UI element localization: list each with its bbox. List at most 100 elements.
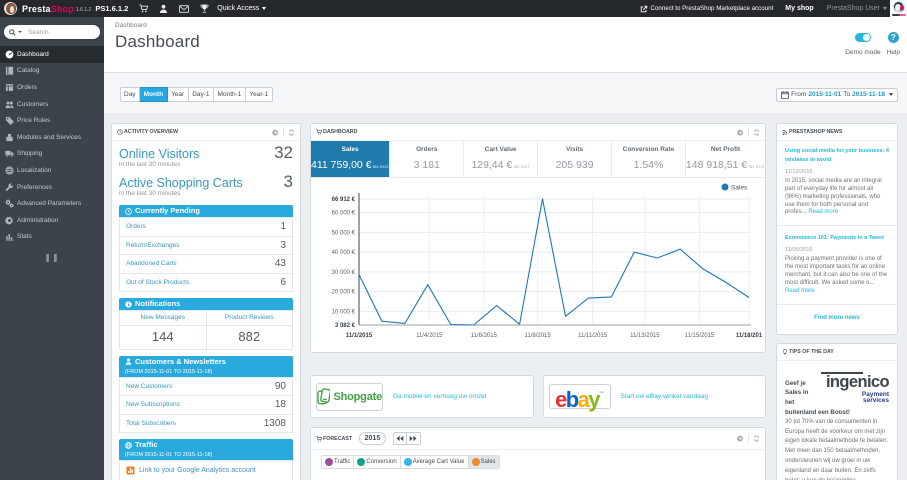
legend-label: Conversion bbox=[366, 458, 397, 465]
panel-header-icons bbox=[737, 433, 760, 444]
sidebar-item-modules-and-services[interactable]: Modules and Services bbox=[0, 129, 104, 146]
y-axis-tick-label: 10 000 € bbox=[332, 309, 356, 315]
globe-icon bbox=[125, 441, 132, 449]
read-more-link[interactable]: Read more bbox=[785, 288, 815, 294]
kpi-label: Net Profit bbox=[710, 146, 741, 153]
legend-item-traffic[interactable]: Traffic bbox=[321, 455, 355, 469]
customers-row-link[interactable]: New Subscriptions bbox=[119, 395, 234, 414]
cart-icon[interactable] bbox=[139, 4, 149, 13]
chevron-down-icon bbox=[262, 7, 267, 10]
product-reviews-link[interactable]: Product Reviews bbox=[205, 310, 293, 326]
top-bar: PrestaShop 1.6.1.2 PS1.6.1.2 Quick Acces… bbox=[0, 0, 907, 17]
online-visitors-link[interactable]: Online Visitors bbox=[119, 146, 199, 162]
pending-row-link[interactable]: Abandoned Carts bbox=[119, 254, 252, 273]
sidebar-item-catalog[interactable]: Catalog bbox=[0, 63, 104, 80]
shopgate-promo-link[interactable]: Ga mobiel en verhoog uw omzet bbox=[393, 393, 487, 400]
backward-icon bbox=[396, 435, 404, 442]
online-visitors-value: 32 bbox=[274, 143, 293, 162]
sidebar-search[interactable] bbox=[4, 25, 100, 39]
kpi-tab-visits[interactable]: Visits 205 939 bbox=[538, 141, 613, 177]
range-button-day-1[interactable]: Day-1 bbox=[188, 87, 215, 102]
sales-line-chart: 3 082 € 10 000 € 20 000 € 30 000 € 40 000 € 5… bbox=[332, 183, 763, 339]
pending-row-link[interactable]: Return/Exchanges bbox=[119, 235, 252, 255]
find-more-news-link[interactable]: Find more news bbox=[785, 315, 889, 321]
quick-access-menu[interactable]: Quick Access bbox=[217, 5, 267, 12]
breadcrumb[interactable]: Dashboard bbox=[115, 22, 907, 29]
marketplace-link[interactable]: Connect to PrestaShop Marketplace accoun… bbox=[640, 5, 773, 13]
range-button-month-1[interactable]: Month-1 bbox=[214, 87, 246, 102]
search-input[interactable] bbox=[28, 28, 86, 36]
range-button-year-1[interactable]: Year-1 bbox=[245, 87, 273, 102]
refresh-icon[interactable] bbox=[288, 128, 295, 136]
gear-icon[interactable] bbox=[737, 435, 744, 442]
ebay-logo-text: ebay™ bbox=[555, 387, 604, 412]
range-button-day[interactable]: Day bbox=[119, 87, 141, 102]
calendar-icon bbox=[781, 90, 790, 99]
previous-year-button[interactable] bbox=[392, 432, 407, 445]
gear-icon[interactable] bbox=[272, 128, 279, 136]
refresh-icon[interactable] bbox=[753, 128, 760, 136]
shopgate-icon bbox=[317, 388, 331, 405]
pending-row-link[interactable]: Out of Stock Products bbox=[119, 272, 252, 292]
sidebar-item-stats[interactable]: Stats bbox=[0, 229, 104, 246]
next-year-button[interactable] bbox=[406, 432, 421, 445]
legend-item-average-cart-value[interactable]: Average Cart Value bbox=[400, 455, 469, 469]
customers-row-link[interactable]: New Customers bbox=[119, 376, 234, 396]
sidebar-item-localization[interactable]: Localization bbox=[0, 162, 104, 179]
my-shop-link[interactable]: My shop bbox=[785, 5, 813, 12]
kpi-label: Visits bbox=[565, 146, 584, 153]
help-button[interactable]: ? bbox=[887, 32, 899, 43]
shop-name-link[interactable]: PS1.6.1.2 bbox=[95, 4, 128, 13]
demo-mode-toggle[interactable] bbox=[854, 33, 871, 42]
person-icon bbox=[125, 358, 132, 365]
sidebar-item-customers[interactable]: Customers bbox=[0, 96, 104, 113]
sidebar-item-advanced-parameters[interactable]: Advanced Parameters bbox=[0, 195, 104, 212]
pending-row-value: 43 bbox=[251, 254, 293, 273]
avatar[interactable] bbox=[890, 0, 907, 17]
range-button-month[interactable]: Month bbox=[140, 87, 168, 102]
active-carts-link[interactable]: Active Shopping Carts bbox=[119, 175, 243, 191]
x-axis-tick-label: 11/4/2015 bbox=[416, 333, 443, 339]
customers-row-link[interactable]: Total Subscribers bbox=[119, 413, 234, 433]
envelope-icon[interactable] bbox=[179, 4, 190, 13]
table-row: New Subscriptions 18 bbox=[119, 395, 293, 414]
read-more-link[interactable]: Read more bbox=[808, 209, 838, 215]
kpi-tab-orders[interactable]: Orders 3 181 bbox=[390, 141, 465, 177]
legend-dot-icon[interactable] bbox=[721, 183, 729, 191]
middle-column: DASHBOARD Sales 411 759,00 € tax excl. Ord… bbox=[310, 123, 766, 480]
collapse-menu-icon[interactable]: ❚❚ bbox=[0, 253, 104, 262]
range-button-year[interactable]: Year bbox=[167, 87, 189, 102]
sidebar-item-administration[interactable]: Administration bbox=[0, 212, 104, 229]
clock-icon bbox=[125, 207, 132, 215]
news-article-title[interactable]: Ecommerce 101: Payments in a Tweet bbox=[785, 234, 889, 243]
sidebar-item-shipping[interactable]: Shipping bbox=[0, 146, 104, 163]
right-column: PRESTASHOP NEWS Using social media for y… bbox=[776, 123, 898, 480]
divider bbox=[777, 303, 897, 305]
legend-item-conversion[interactable]: Conversion bbox=[354, 455, 401, 469]
kpi-tab-conversion-rate[interactable]: Conversion Rate 1.54% bbox=[612, 141, 686, 177]
info-icon bbox=[125, 300, 132, 308]
pending-row-link[interactable]: Orders bbox=[119, 217, 252, 236]
sidebar-item-preferences[interactable]: Preferences bbox=[0, 179, 104, 196]
person-icon[interactable] bbox=[159, 4, 168, 13]
sidebar-item-dashboard[interactable]: Dashboard bbox=[0, 46, 104, 63]
kpi-tab-sales[interactable]: Sales 411 759,00 € tax excl. bbox=[311, 141, 391, 177]
gear-icon[interactable] bbox=[737, 128, 744, 136]
legend-item-sales[interactable]: Sales bbox=[468, 455, 500, 469]
sidebar-item-price-rules[interactable]: Price Rules bbox=[0, 112, 104, 129]
new-messages-link[interactable]: New Messages bbox=[119, 310, 207, 326]
help-label: Help bbox=[886, 48, 900, 56]
kpi-tab-net-profit[interactable]: Net Profit 148 918,51 € tax excl. bbox=[686, 141, 765, 177]
kpi-tab-cart-value[interactable]: Cart Value 129,44 € tax excl. bbox=[464, 141, 539, 177]
google-analytics-link[interactable]: Link to your Google Analytics account bbox=[139, 467, 256, 474]
trophy-icon[interactable] bbox=[200, 4, 209, 13]
forecast-year-select[interactable]: 2015 bbox=[359, 432, 386, 445]
user-menu[interactable]: PrestaShop User bbox=[827, 5, 887, 12]
date-range-picker[interactable]: From 2015-11-01 To 2015-11-18 bbox=[776, 87, 898, 102]
legend-dot-icon bbox=[357, 457, 366, 466]
sidebar-item-orders[interactable]: Orders bbox=[0, 79, 104, 96]
refresh-icon[interactable] bbox=[753, 435, 760, 442]
news-article-title[interactable]: Using social media for your business: 4 … bbox=[785, 147, 889, 165]
x-axis-tick-label: 11/11/2015 bbox=[578, 333, 608, 339]
ebay-promo-link[interactable]: Start uw eBay-winkel vandaag bbox=[621, 393, 708, 400]
